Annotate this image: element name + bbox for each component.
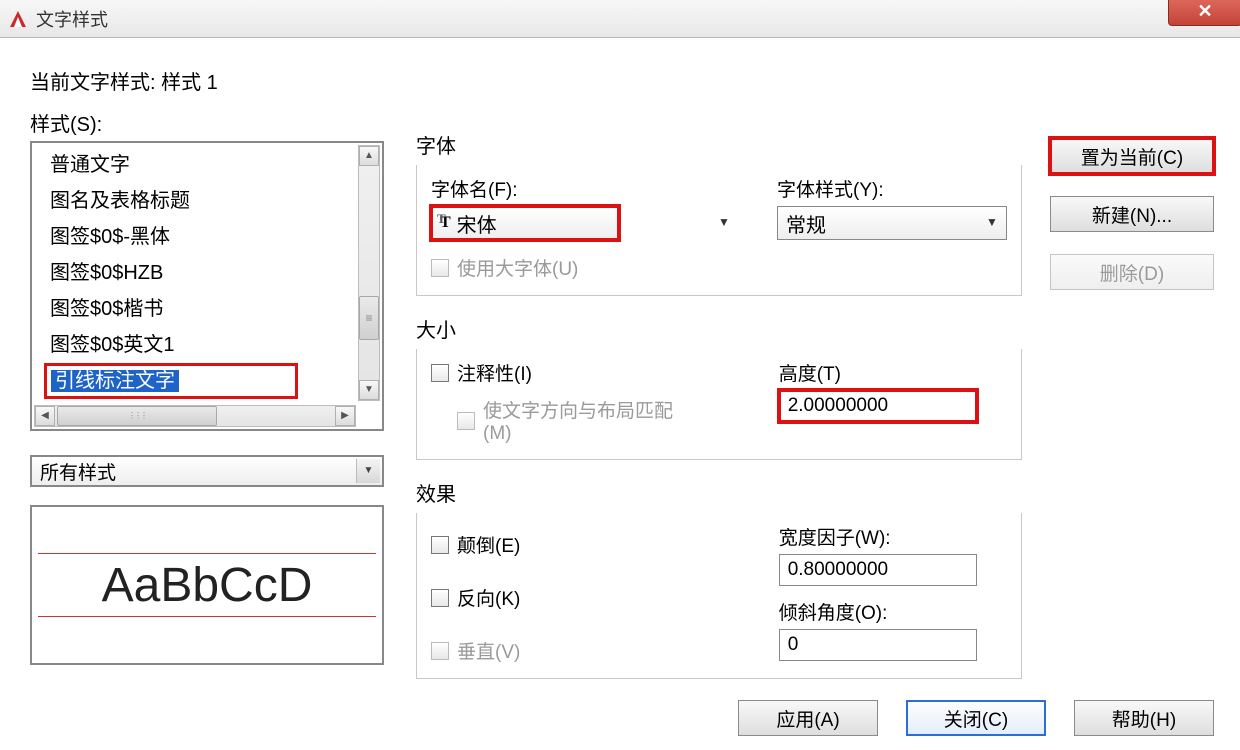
list-item-selected[interactable]: 引线标注文字 (44, 363, 298, 399)
checkbox-icon (431, 536, 449, 554)
help-button[interactable]: 帮助(H) (1074, 700, 1214, 736)
chevron-down-icon: ▼ (980, 209, 1004, 237)
oblique-angle-label: 倾斜角度(O): (779, 598, 1007, 625)
vertical-checkbox: 垂直(V) (431, 637, 739, 664)
list-item[interactable]: 图签$0$楷书 (50, 291, 360, 327)
checkbox-icon (431, 259, 449, 277)
width-factor-input[interactable]: 0.80000000 (779, 554, 977, 586)
scroll-right-icon[interactable]: ▶ (335, 406, 355, 426)
scroll-left-icon[interactable]: ◀ (35, 406, 55, 426)
styles-listbox-inner: 普通文字 图名及表格标题 图签$0$-黑体 图签$0$HZB 图签$0$楷书 图… (32, 143, 360, 403)
font-name-combo[interactable]: T 宋体 ▼ (431, 206, 619, 240)
annotative-checkbox[interactable]: 注释性(I) (431, 359, 739, 386)
effects-group-label: 效果 (416, 478, 1022, 507)
match-orientation-checkbox: 使文字方向与布局匹配(M) (457, 396, 739, 445)
list-item[interactable]: 图名及表格标题 (50, 183, 360, 219)
scroll-thumb[interactable] (359, 296, 379, 340)
scroll-down-icon[interactable]: ▼ (359, 380, 379, 400)
vertical-scrollbar[interactable]: ▲ ▼ (358, 145, 380, 401)
set-current-button[interactable]: 置为当前(C) (1050, 138, 1214, 174)
app-icon (8, 9, 28, 29)
use-bigfont-checkbox: 使用大字体(U) (431, 254, 737, 281)
font-name-value: 宋体 (457, 209, 497, 238)
dialog-content: 当前文字样式: 样式 1 样式(S): 普通文字 图名及表格标题 图签$0$-黑… (0, 38, 1240, 750)
truetype-icon: T (440, 214, 451, 232)
checkbox-icon (431, 589, 449, 607)
checkbox-icon (431, 642, 449, 660)
vertical-label: 垂直(V) (457, 637, 520, 664)
backwards-checkbox[interactable]: 反向(K) (431, 584, 739, 611)
bottom-button-row: 应用(A) 关闭(C) 帮助(H) (738, 700, 1214, 736)
list-item[interactable]: 图签$0$-黑体 (50, 219, 360, 255)
upside-down-checkbox[interactable]: 颠倒(E) (431, 531, 739, 558)
styles-list-label: 样式(S): (30, 108, 384, 137)
width-factor-value: 0.80000000 (788, 559, 888, 581)
horizontal-scrollbar[interactable]: ◀ ▶ (34, 405, 356, 427)
left-column: 样式(S): 普通文字 图名及表格标题 图签$0$-黑体 图签$0$HZB 图签… (30, 108, 384, 665)
height-label: 高度(T) (779, 359, 1007, 386)
delete-button: 删除(D) (1050, 254, 1214, 290)
right-column: 置为当前(C) 新建(N)... 删除(D) (1050, 138, 1214, 290)
apply-button[interactable]: 应用(A) (738, 700, 878, 736)
scroll-up-icon[interactable]: ▲ (359, 146, 379, 166)
list-item[interactable]: 普通文字 (50, 147, 360, 183)
size-group-label: 大小 (416, 314, 1022, 343)
new-button[interactable]: 新建(N)... (1050, 196, 1214, 232)
chevron-down-icon: ▼ (712, 209, 736, 237)
width-factor-label: 宽度因子(W): (779, 523, 1007, 550)
window-title: 文字样式 (36, 6, 108, 32)
middle-column: 字体 字体名(F): T 宋体 ▼ 使用大字体(U) (416, 130, 1022, 697)
height-value: 2.00000000 (788, 395, 888, 417)
effects-group: 颠倒(E) 反向(K) 垂直(V) 宽度因子(W): (416, 513, 1022, 679)
close-button[interactable]: 关闭(C) (906, 700, 1046, 736)
backwards-label: 反向(K) (457, 584, 520, 611)
close-icon: ✕ (1197, 1, 1212, 22)
upside-down-label: 颠倒(E) (457, 531, 520, 558)
scroll-thumb[interactable] (57, 406, 217, 426)
checkbox-icon (431, 364, 449, 382)
close-window-button[interactable]: ✕ (1168, 0, 1240, 26)
oblique-angle-input[interactable]: 0 (779, 629, 977, 661)
font-group-label: 字体 (416, 130, 1022, 159)
list-item[interactable]: 图签$0$HZB (50, 255, 360, 291)
chevron-down-icon: ▼ (356, 459, 380, 483)
use-bigfont-label: 使用大字体(U) (457, 254, 578, 281)
font-style-value: 常规 (786, 209, 826, 238)
preview-guideline (38, 616, 376, 617)
preview-text: AaBbCcD (102, 558, 313, 613)
style-filter-dropdown[interactable]: 所有样式 ▼ (30, 455, 384, 487)
list-item[interactable]: 图签$0$英文1 (50, 327, 360, 363)
preview-guideline (38, 553, 376, 554)
height-input[interactable]: 2.00000000 (779, 390, 977, 422)
font-group: 字体名(F): T 宋体 ▼ 使用大字体(U) 字体样式(Y (416, 165, 1022, 296)
font-style-label: 字体样式(Y): (777, 175, 1007, 202)
font-name-label: 字体名(F): (431, 175, 737, 202)
titlebar: 文字样式 ✕ (0, 0, 1240, 38)
styles-listbox[interactable]: 普通文字 图名及表格标题 图签$0$-黑体 图签$0$HZB 图签$0$楷书 图… (30, 141, 384, 431)
size-group: 注释性(I) 使文字方向与布局匹配(M) 高度(T) 2.00000000 (416, 349, 1022, 460)
style-filter-value: 所有样式 (40, 458, 116, 485)
oblique-angle-value: 0 (788, 634, 799, 656)
annotative-label: 注释性(I) (457, 359, 532, 386)
font-style-combo[interactable]: 常规 ▼ (777, 206, 1007, 240)
preview-box: AaBbCcD (30, 505, 384, 665)
match-orientation-label: 使文字方向与布局匹配(M) (483, 396, 683, 445)
text-style-dialog: 文字样式 ✕ 当前文字样式: 样式 1 样式(S): 普通文字 图名及表格标题 … (0, 0, 1240, 750)
current-style-label: 当前文字样式: 样式 1 (30, 66, 1210, 95)
checkbox-icon (457, 412, 475, 430)
